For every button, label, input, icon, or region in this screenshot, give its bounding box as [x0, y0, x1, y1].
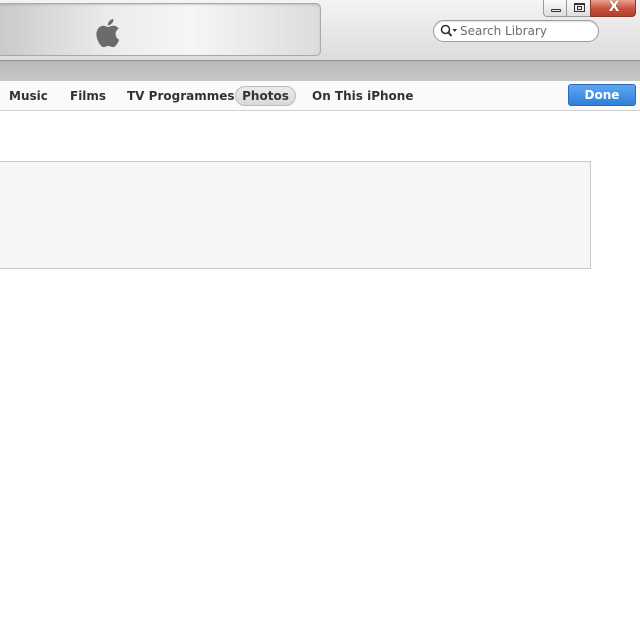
close-button[interactable]: X: [590, 0, 636, 17]
toolbar-divider: [0, 60, 640, 81]
status-display: [0, 3, 321, 56]
minimize-button[interactable]: [543, 0, 567, 17]
tab-on-this-iphone[interactable]: On This iPhone: [312, 86, 413, 106]
apple-logo-icon: [96, 19, 120, 48]
tab-tv-programmes[interactable]: TV Programmes: [127, 86, 235, 106]
search-icon: [440, 24, 457, 37]
tab-music[interactable]: Music: [9, 86, 48, 106]
category-nav: Music Films TV Programmes Photos On This…: [0, 81, 640, 111]
tab-films[interactable]: Films: [70, 86, 106, 106]
search-field[interactable]: [433, 20, 599, 42]
search-input[interactable]: [460, 22, 590, 40]
close-icon: X: [608, 0, 620, 15]
done-button[interactable]: Done: [568, 84, 636, 106]
maximize-button[interactable]: [566, 0, 591, 17]
main-content: [0, 111, 640, 640]
content-panel: [0, 161, 591, 269]
tab-photos[interactable]: Photos: [235, 86, 296, 106]
title-bar: X: [0, 0, 640, 60]
